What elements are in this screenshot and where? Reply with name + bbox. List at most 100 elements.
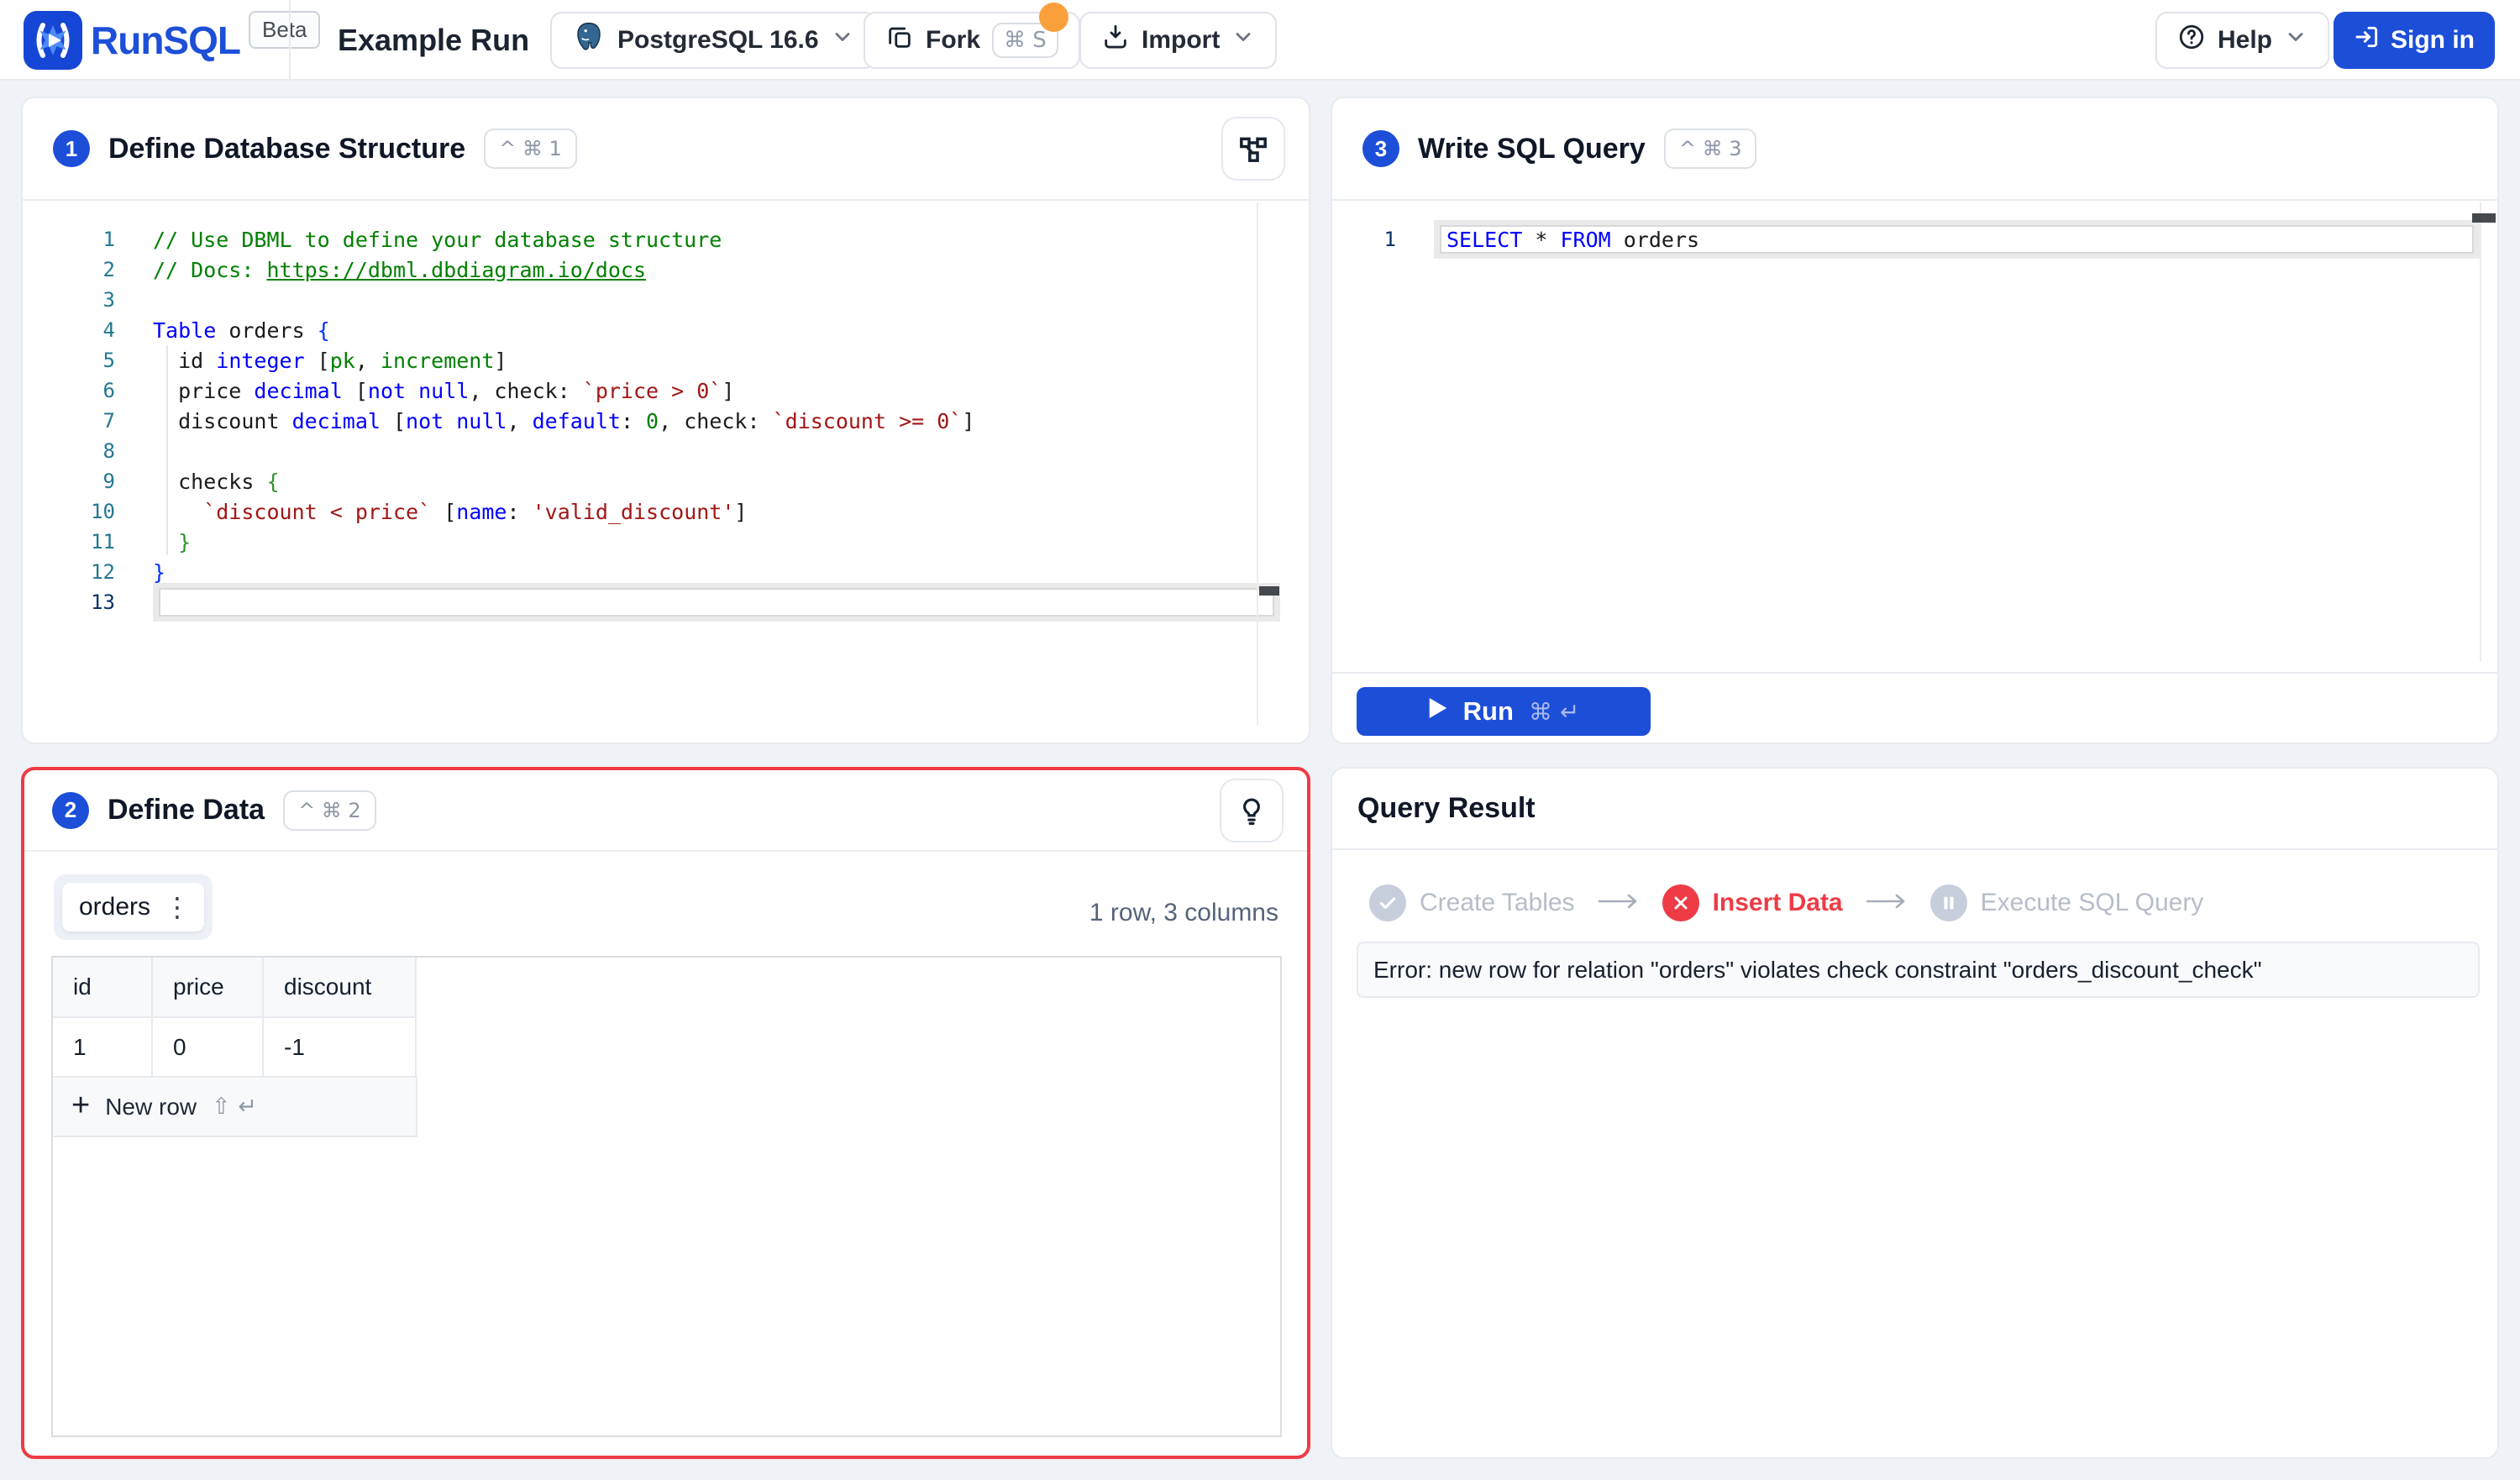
- code-line[interactable]: 9 checks {: [23, 466, 1309, 496]
- line-number: 12: [23, 560, 115, 584]
- import-download-icon: [1101, 23, 1130, 58]
- step-number-badge: 3: [1362, 130, 1399, 167]
- line-number: 4: [23, 318, 115, 342]
- header-divider: [289, 0, 291, 79]
- sql-shortcut-badge: ^ ⌘ 3: [1664, 129, 1757, 169]
- dbml-panel-header: 1 Define Database Structure ^ ⌘ 1: [23, 98, 1309, 201]
- code-line[interactable]: 5 id integer [pk, increment]: [23, 345, 1309, 375]
- code-line-text: // Docs: https://dbml.dbdiagram.io/docs: [153, 258, 646, 282]
- data-grid: idpricediscount10-1: [53, 958, 417, 1078]
- code-line-text: }: [153, 560, 165, 585]
- grid-cell[interactable]: 0: [152, 1017, 263, 1077]
- schema-diagram-button[interactable]: [1221, 117, 1285, 181]
- chevron-down-icon: [831, 25, 854, 55]
- code-line[interactable]: 11 }: [23, 527, 1309, 557]
- line-number: 2: [23, 258, 115, 281]
- execution-step-done: Create Tables: [1369, 884, 1575, 921]
- code-line[interactable]: 3: [23, 285, 1309, 315]
- data-grid-container: idpricediscount10-1 + New row ⇧ ↵: [51, 956, 1282, 1437]
- code-line[interactable]: 4Table orders {: [23, 315, 1309, 345]
- sql-code-editor[interactable]: 1 SELECT * FROM orders: [1332, 224, 2497, 255]
- code-line-text: `discount < price` [name: 'valid_discoun…: [153, 500, 747, 524]
- code-line[interactable]: 8: [23, 436, 1309, 466]
- execution-step-error: Insert Data: [1662, 884, 1843, 921]
- grid-cell[interactable]: 1: [53, 1017, 152, 1077]
- scrollbar-cursor-marker[interactable]: [1259, 586, 1279, 596]
- run-query-button[interactable]: Run ⌘ ↵: [1357, 687, 1651, 736]
- help-button-label: Help: [2218, 26, 2272, 55]
- line-number: 13: [23, 590, 115, 614]
- code-line[interactable]: 6 price decimal [not null, check: `price…: [23, 375, 1309, 406]
- play-icon: [1428, 696, 1448, 727]
- chevron-down-icon: [1231, 25, 1255, 55]
- new-row-label: New row: [105, 1094, 197, 1120]
- data-panel-title: Define Data: [108, 794, 265, 827]
- column-header-discount[interactable]: discount: [263, 958, 416, 1017]
- indent-guide: [166, 345, 168, 555]
- new-row-button[interactable]: + New row ⇧ ↵: [53, 1078, 417, 1137]
- error-message-text: Error: new row for relation "orders" vio…: [1373, 957, 2262, 984]
- code-line-text: price decimal [not null, check: `price >…: [153, 379, 734, 403]
- line-number: 10: [23, 500, 115, 523]
- sign-in-button[interactable]: Sign in: [2334, 12, 2495, 69]
- write-sql-query-panel: 3 Write SQL Query ^ ⌘ 3 1 SELECT * FROM o…: [1331, 97, 2499, 744]
- table-row: 10-1: [53, 1017, 416, 1077]
- column-header-price[interactable]: price: [152, 958, 263, 1017]
- chevron-down-icon: [2284, 25, 2307, 55]
- line-number: 5: [23, 349, 115, 372]
- runsql-logo-icon: [24, 11, 82, 74]
- kebab-menu-icon[interactable]: ⋮: [164, 895, 191, 920]
- dbml-code-editor[interactable]: 1// Use DBML to define your database str…: [23, 224, 1309, 617]
- import-button[interactable]: Import: [1079, 12, 1277, 69]
- define-data-panel: 2 Define Data ^ ⌘ 2 orders ⋮ 1 row, 3 co…: [21, 767, 1310, 1459]
- run-shortcut-hint: ⌘ ↵: [1529, 698, 1579, 726]
- hint-lightbulb-button[interactable]: [1220, 779, 1284, 842]
- sql-panel-header: 3 Write SQL Query ^ ⌘ 3: [1332, 98, 2497, 201]
- import-button-label: Import: [1142, 26, 1220, 55]
- app-header: RunSQL Beta Example Run PostgreSQL 16.6 …: [0, 0, 2520, 81]
- code-line[interactable]: 10 `discount < price` [name: 'valid_disc…: [23, 496, 1309, 527]
- code-line[interactable]: 1 SELECT * FROM orders: [1332, 220, 2497, 259]
- dbml-panel-title: Define Database Structure: [108, 133, 465, 165]
- result-panel-header: Query Result: [1332, 769, 2497, 850]
- step-label: Create Tables: [1420, 889, 1575, 917]
- scrollbar-cursor-marker[interactable]: [2472, 213, 2496, 223]
- line-number: 6: [23, 379, 115, 402]
- login-icon: [2354, 24, 2381, 57]
- database-version-select[interactable]: PostgreSQL 16.6: [550, 12, 876, 69]
- column-header-id[interactable]: id: [53, 958, 152, 1017]
- fork-copy-icon: [885, 23, 914, 58]
- editor-scroll-gutter: [1257, 202, 1258, 725]
- code-line-text: checks {: [153, 470, 280, 494]
- error-message-box: Error: new row for relation "orders" vio…: [1357, 942, 2480, 998]
- new-row-shortcut-hint: ⇧ ↵: [212, 1094, 257, 1120]
- arrow-right-icon: [1865, 890, 1908, 916]
- active-line-highlight: SELECT * FROM orders: [1434, 220, 2480, 259]
- fork-notification-dot: [1039, 3, 1068, 32]
- table-tab-orders[interactable]: orders ⋮: [62, 883, 204, 932]
- grid-cell[interactable]: -1: [263, 1017, 416, 1077]
- line-number: 9: [23, 470, 115, 493]
- postgresql-elephant-icon: [572, 20, 606, 60]
- schema-diagram-icon: [1236, 132, 1270, 165]
- step-label: Execute SQL Query: [1981, 889, 2204, 917]
- database-version-label: PostgreSQL 16.6: [617, 26, 819, 55]
- code-line[interactable]: 1// Use DBML to define your database str…: [23, 224, 1309, 255]
- active-line-content[interactable]: [159, 588, 1274, 617]
- data-panel-header: 2 Define Data ^ ⌘ 2: [24, 770, 1307, 852]
- data-shortcut-badge: ^ ⌘ 2: [283, 790, 376, 831]
- help-button[interactable]: Help: [2155, 12, 2329, 69]
- active-line-content[interactable]: SELECT * FROM orders: [1440, 225, 2474, 254]
- line-number: 1: [1332, 228, 1396, 251]
- sql-panel-title: Write SQL Query: [1418, 133, 1646, 165]
- code-line[interactable]: 7 discount decimal [not null, default: 0…: [23, 406, 1309, 436]
- execution-steps: Create Tables Insert Data Execute SQL Quer…: [1369, 884, 2203, 921]
- code-line[interactable]: 2 // Docs: https://dbml.dbdiagram.io/docs: [23, 255, 1309, 285]
- workspace-title: Example Run: [338, 0, 529, 81]
- result-panel-title: Query Result: [1357, 792, 1536, 825]
- code-line[interactable]: 13: [23, 583, 1309, 622]
- brand-logo[interactable]: RunSQL Beta: [24, 11, 320, 74]
- pause-icon: [1930, 884, 1967, 921]
- define-database-structure-panel: 1 Define Database Structure ^ ⌘ 1 1// Us…: [21, 97, 1310, 744]
- sign-in-label: Sign in: [2391, 26, 2475, 55]
